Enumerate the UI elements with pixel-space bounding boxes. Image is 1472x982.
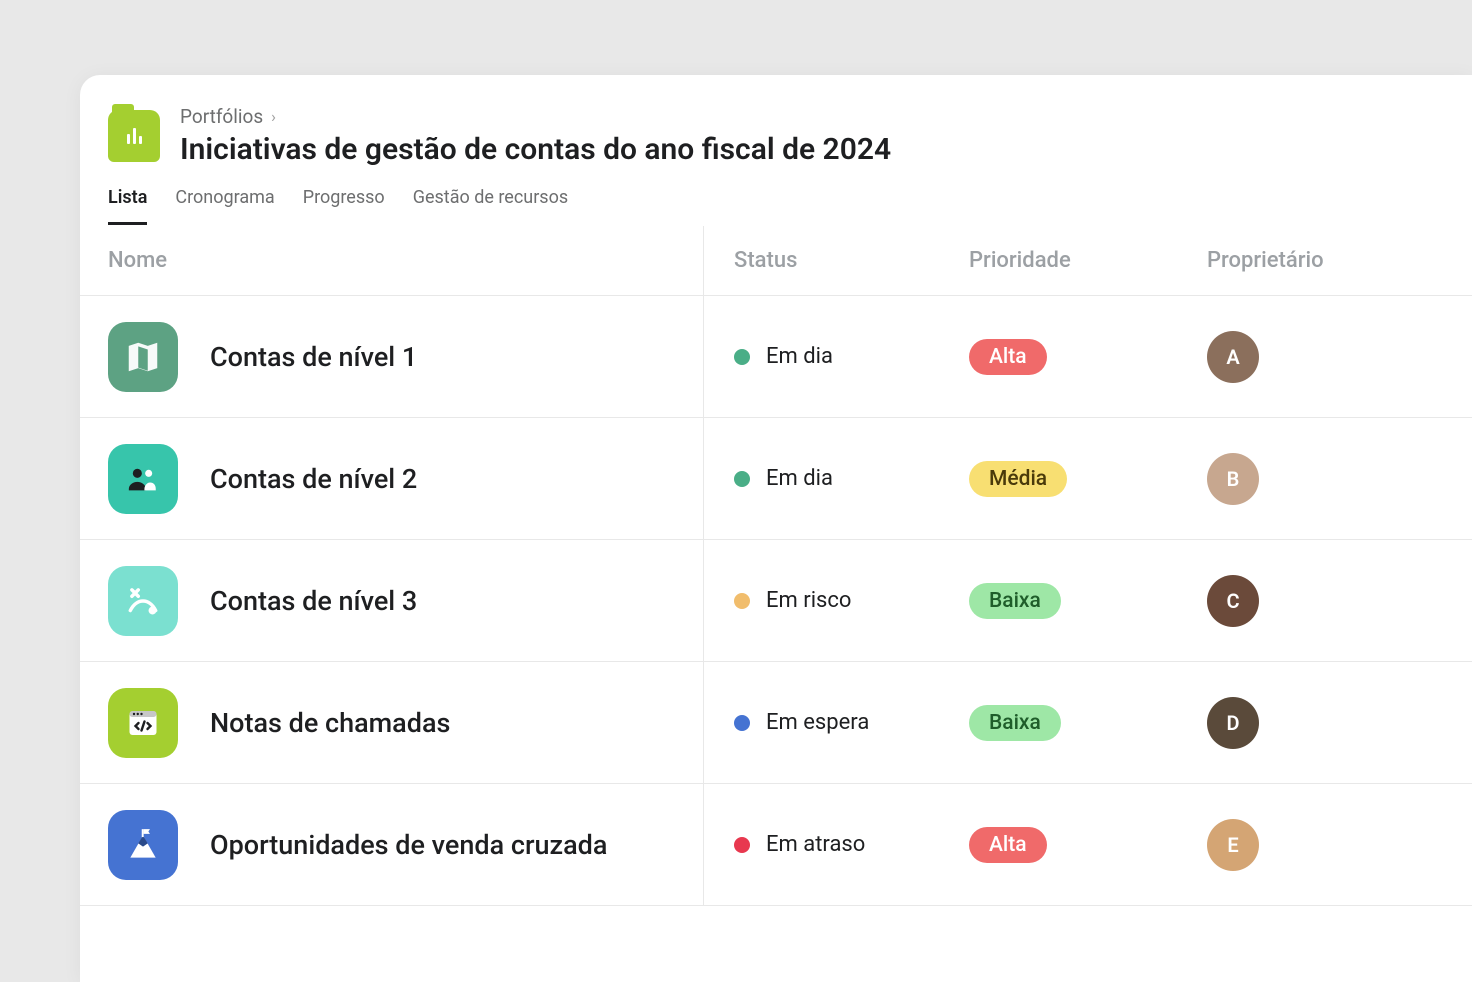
priority-badge: Média xyxy=(969,461,1067,497)
cell-owner[interactable]: A xyxy=(1207,331,1259,383)
table-row[interactable]: Notas de chamadas Em espera Baixa D xyxy=(80,662,1472,784)
column-header-priority[interactable]: Prioridade xyxy=(969,226,1207,295)
status-label: Em dia xyxy=(766,344,833,369)
status-label: Em espera xyxy=(766,710,869,735)
status-label: Em risco xyxy=(766,588,851,613)
breadcrumb-root[interactable]: Portfólios xyxy=(180,105,263,128)
strategy-icon xyxy=(108,566,178,636)
portfolio-panel: Portfólios › Iniciativas de gestão de co… xyxy=(80,75,1472,982)
cell-name: Notas de chamadas xyxy=(108,688,703,758)
status-dot-icon xyxy=(734,593,750,609)
priority-badge: Baixa xyxy=(969,705,1061,741)
status-label: Em dia xyxy=(766,466,833,491)
avatar[interactable]: B xyxy=(1207,453,1259,505)
column-header-status[interactable]: Status xyxy=(703,226,969,295)
priority-badge: Baixa xyxy=(969,583,1061,619)
cell-status[interactable]: Em risco xyxy=(703,540,969,661)
avatar[interactable]: C xyxy=(1207,575,1259,627)
cell-status[interactable]: Em dia xyxy=(703,296,969,417)
cell-owner[interactable]: E xyxy=(1207,819,1259,871)
cell-status[interactable]: Em espera xyxy=(703,662,969,783)
status-label: Em atraso xyxy=(766,832,865,857)
mountain-flag-icon xyxy=(108,810,178,880)
code-window-icon xyxy=(108,688,178,758)
table-row[interactable]: Contas de nível 1 Em dia Alta A xyxy=(80,296,1472,418)
table-row[interactable]: Contas de nível 3 Em risco Baixa C xyxy=(80,540,1472,662)
avatar[interactable]: A xyxy=(1207,331,1259,383)
cell-name: Oportunidades de venda cruzada xyxy=(108,810,703,880)
header: Portfólios › Iniciativas de gestão de co… xyxy=(80,75,1472,167)
cell-owner[interactable]: B xyxy=(1207,453,1259,505)
tab-gestão-de-recursos[interactable]: Gestão de recursos xyxy=(413,187,568,225)
status-dot-icon xyxy=(734,349,750,365)
cell-priority[interactable]: Baixa xyxy=(969,583,1207,619)
cell-priority[interactable]: Baixa xyxy=(969,705,1207,741)
project-name[interactable]: Contas de nível 3 xyxy=(210,585,417,617)
tabs: Lista Cronograma Progresso Gestão de recurs… xyxy=(80,167,1472,226)
people-icon xyxy=(108,444,178,514)
table-body: Contas de nível 1Em diaAltaAContas de ní… xyxy=(80,296,1472,906)
avatar[interactable]: D xyxy=(1207,697,1259,749)
cell-status[interactable]: Em dia xyxy=(703,418,969,539)
project-name[interactable]: Contas de nível 2 xyxy=(210,463,417,495)
tab-lista[interactable]: Lista xyxy=(108,187,147,225)
cell-status[interactable]: Em atraso xyxy=(703,784,969,905)
column-header-name[interactable]: Nome xyxy=(108,226,703,295)
tab-progresso[interactable]: Progresso xyxy=(303,187,385,225)
cell-owner[interactable]: D xyxy=(1207,697,1259,749)
project-name[interactable]: Contas de nível 1 xyxy=(210,341,417,373)
priority-badge: Alta xyxy=(969,827,1047,863)
portfolio-folder-icon xyxy=(108,110,160,162)
cell-name: Contas de nível 3 xyxy=(108,566,703,636)
table-row[interactable]: Contas de nível 2 Em dia Média B xyxy=(80,418,1472,540)
table-row[interactable]: Oportunidades de venda cruzada Em atraso A… xyxy=(80,784,1472,906)
cell-priority[interactable]: Alta xyxy=(969,339,1207,375)
map-icon xyxy=(108,322,178,392)
status-dot-icon xyxy=(734,715,750,731)
breadcrumb[interactable]: Portfólios › xyxy=(180,105,891,128)
bar-chart-icon xyxy=(127,128,142,144)
avatar[interactable]: E xyxy=(1207,819,1259,871)
project-name[interactable]: Oportunidades de venda cruzada xyxy=(210,829,607,861)
cell-priority[interactable]: Alta xyxy=(969,827,1207,863)
column-header-owner[interactable]: Proprietário xyxy=(1207,226,1472,295)
status-dot-icon xyxy=(734,471,750,487)
cell-owner[interactable]: C xyxy=(1207,575,1259,627)
header-top: Portfólios › Iniciativas de gestão de co… xyxy=(108,105,1444,167)
tab-cronograma[interactable]: Cronograma xyxy=(175,187,274,225)
status-dot-icon xyxy=(734,837,750,853)
project-name[interactable]: Notas de chamadas xyxy=(210,707,450,739)
priority-badge: Alta xyxy=(969,339,1047,375)
page-title: Iniciativas de gestão de contas do ano f… xyxy=(180,132,891,167)
cell-name: Contas de nível 1 xyxy=(108,322,703,392)
cell-name: Contas de nível 2 xyxy=(108,444,703,514)
cell-priority[interactable]: Média xyxy=(969,461,1207,497)
table-header: Nome Status Prioridade Proprietário xyxy=(80,226,1472,296)
chevron-right-icon: › xyxy=(271,107,276,126)
